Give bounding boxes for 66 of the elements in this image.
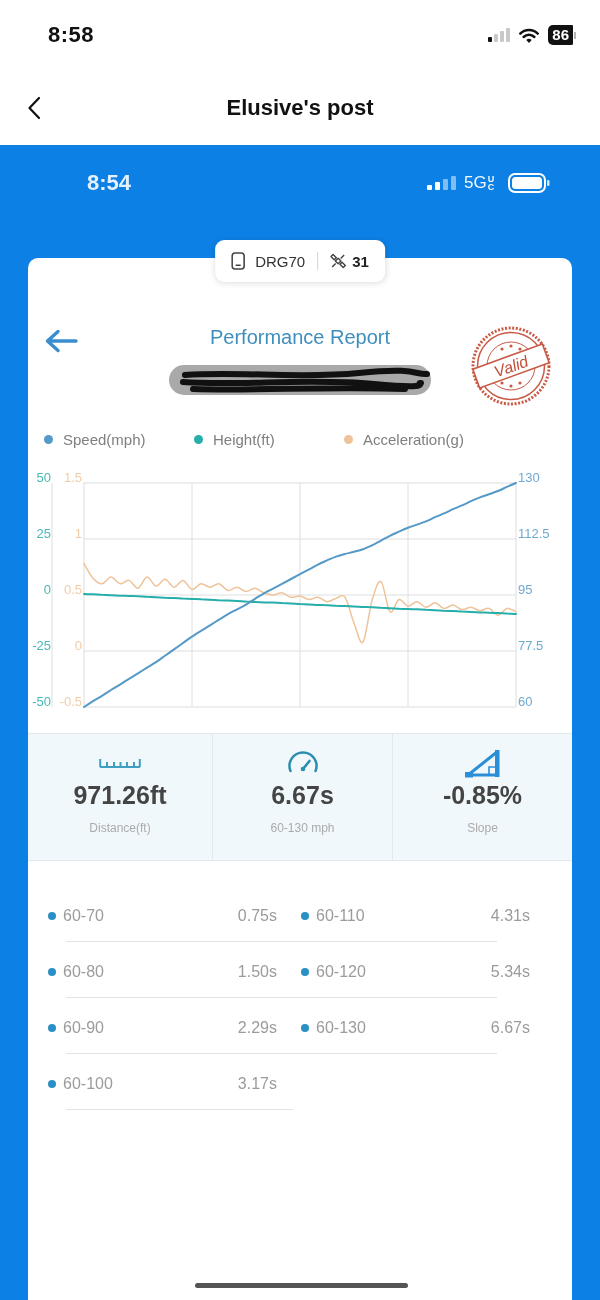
battery-level: 86: [548, 25, 576, 45]
back-arrow-icon[interactable]: [44, 329, 78, 353]
stat-label: Slope: [467, 820, 498, 836]
bullet-dot-icon: [301, 967, 309, 976]
split-range: 60-110: [316, 906, 365, 925]
status-time: 8:58: [48, 22, 95, 48]
battery-icon: [508, 173, 550, 193]
legend-label: Acceleration(g): [363, 430, 464, 448]
axis-tick-label: 0: [74, 638, 82, 653]
split-range: 60-90: [63, 1018, 104, 1037]
stat-value: 6.67s: [271, 781, 334, 809]
stat-label: Distance(ft): [89, 820, 151, 836]
stamp-text: Valid: [491, 352, 531, 381]
bullet-dot-icon: [48, 967, 56, 976]
phone-icon: [231, 252, 246, 270]
split-time: 3.17s: [237, 1074, 277, 1093]
axis-tick-label: -0.5: [59, 694, 82, 709]
satellite-icon: [330, 253, 347, 269]
signal-icon: [488, 28, 511, 42]
axis-tick-label: 95: [518, 582, 533, 597]
split-time: 1.50s: [237, 962, 277, 981]
stat-value: -0.85%: [442, 781, 523, 809]
bullet-dot-icon: [301, 1023, 309, 1032]
axis-tick-label: 50: [36, 470, 51, 485]
axis-tick-label: 130: [518, 470, 540, 485]
network-suffix-label: UC: [487, 175, 494, 191]
split-time: 0.75s: [237, 906, 277, 925]
split-range: 60-80: [63, 962, 104, 981]
axis-tick-label: 0.5: [63, 582, 82, 597]
network-type-label: 5G: [464, 173, 487, 193]
axis-tick-label: 25: [36, 526, 51, 541]
split-range: 60-120: [316, 962, 366, 981]
split-time: 5.34s: [490, 962, 530, 981]
legend-label: Speed(mph): [63, 430, 146, 448]
axis-tick-label: 60: [518, 694, 533, 709]
bullet-dot-icon: [48, 911, 56, 920]
axis-tick-label: 77.5: [518, 638, 544, 653]
back-chevron-icon[interactable]: [27, 95, 41, 120]
legend-label: Height(ft): [213, 430, 275, 448]
status-time: 8:54: [87, 170, 132, 196]
axis-tick-label: -50: [32, 694, 51, 709]
ruler-icon: [99, 756, 141, 768]
stat-label: 60-130 mph: [270, 820, 335, 836]
wifi-icon: [519, 27, 540, 43]
split-time: 6.67s: [490, 1018, 530, 1037]
split-time: 4.31s: [490, 906, 530, 925]
split-range: 60-130: [316, 1018, 366, 1037]
split-range: 60-100: [63, 1074, 113, 1093]
axis-tick-label: 1.5: [63, 470, 82, 485]
seal-icon: [471, 326, 551, 406]
axis-tick-label: 112.5: [518, 526, 550, 541]
device-name: DRG70: [255, 252, 306, 270]
split-range: 60-70: [63, 906, 104, 925]
signal-icon: [427, 176, 456, 190]
bullet-dot-icon: [301, 911, 309, 920]
bullet-dot-icon: [48, 1079, 56, 1088]
report-title: Performance Report: [209, 325, 391, 349]
axis-tick-label: 1: [74, 526, 82, 541]
post-title: Elusive's post: [225, 94, 375, 121]
speedometer-icon: [285, 750, 320, 774]
split-time: 2.29s: [237, 1018, 277, 1037]
axis-tick-label: -25: [32, 638, 51, 653]
satellite-count: 31: [352, 252, 369, 270]
stat-value: 971.26ft: [73, 781, 167, 809]
bullet-dot-icon: [48, 1023, 56, 1032]
axis-tick-label: 0: [43, 582, 51, 597]
